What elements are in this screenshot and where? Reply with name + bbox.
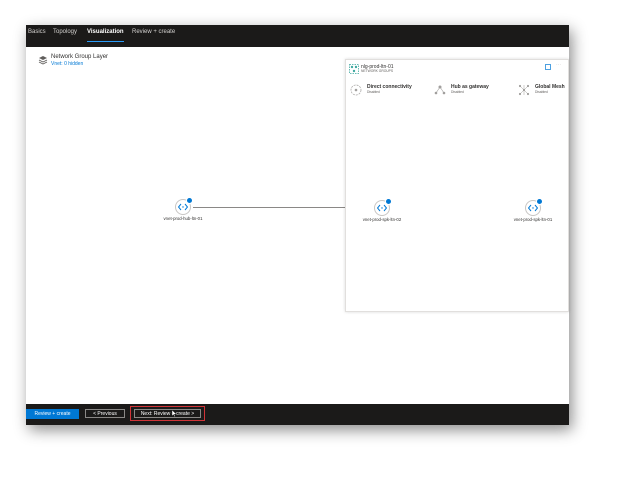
expand-icon[interactable] <box>545 64 551 70</box>
hub-gateway-icon <box>434 85 446 95</box>
connectivity-state: Disabled <box>451 90 464 94</box>
tab-basics[interactable]: Basics <box>28 28 46 42</box>
global-mesh-icon <box>518 84 530 96</box>
vnet-icon <box>374 198 392 216</box>
hidden-vnets-link[interactable]: Vnet: 0 hidden <box>51 61 83 67</box>
connectivity-state: Disabled <box>367 90 380 94</box>
info-badge <box>186 197 193 204</box>
highlight-box <box>130 406 205 421</box>
visualization-canvas: Network Group Layer Vnet: 0 hidden vnet-… <box>28 47 569 404</box>
vnet-name: vnet-prod-hub-ltn-01 <box>163 216 203 221</box>
network-group-icon <box>349 64 359 74</box>
direct-connectivity-icon <box>350 84 362 96</box>
network-group-type: NETWORK GROUPS <box>361 69 394 73</box>
vnet-name: vnet-prod-spk-ltn-02 <box>362 217 402 222</box>
vnet-name: vnet-prod-spk-ltn-01 <box>513 217 553 222</box>
more-options-icon[interactable]: ··· <box>556 62 561 68</box>
active-tab-indicator <box>87 40 124 42</box>
review-create-button[interactable]: Review + create <box>26 409 79 419</box>
spoke-vnet-node[interactable]: vnet-prod-spk-ltn-02 <box>347 198 417 222</box>
connectivity-state: Disabled <box>535 90 548 94</box>
layers-icon <box>38 56 48 65</box>
info-badge <box>385 198 392 205</box>
wizard-footer: Review + create < Previous Next: Review … <box>26 404 569 425</box>
spoke-vnet-node[interactable]: vnet-prod-spk-ltn-01 <box>498 198 568 222</box>
hub-vnet-node[interactable]: vnet-prod-hub-ltn-01 <box>148 197 218 221</box>
tab-visualization[interactable]: Visualization <box>87 28 124 42</box>
vnet-icon <box>525 198 543 216</box>
layer-title: Network Group Layer <box>51 54 109 60</box>
info-badge <box>536 198 543 205</box>
mouse-cursor-icon <box>172 410 177 417</box>
wizard-tab-bar: Basics Topology Visualization Review + c… <box>26 25 569 47</box>
vnet-icon <box>175 197 193 215</box>
previous-button[interactable]: < Previous <box>85 409 125 418</box>
app-window: Basics Topology Visualization Review + c… <box>26 25 569 425</box>
tab-topology[interactable]: Topology <box>53 28 77 42</box>
tab-review-create[interactable]: Review + create <box>132 28 175 42</box>
network-group-card: nlg-prod-ltn-01 NETWORK GROUPS ··· Direc… <box>345 59 569 312</box>
